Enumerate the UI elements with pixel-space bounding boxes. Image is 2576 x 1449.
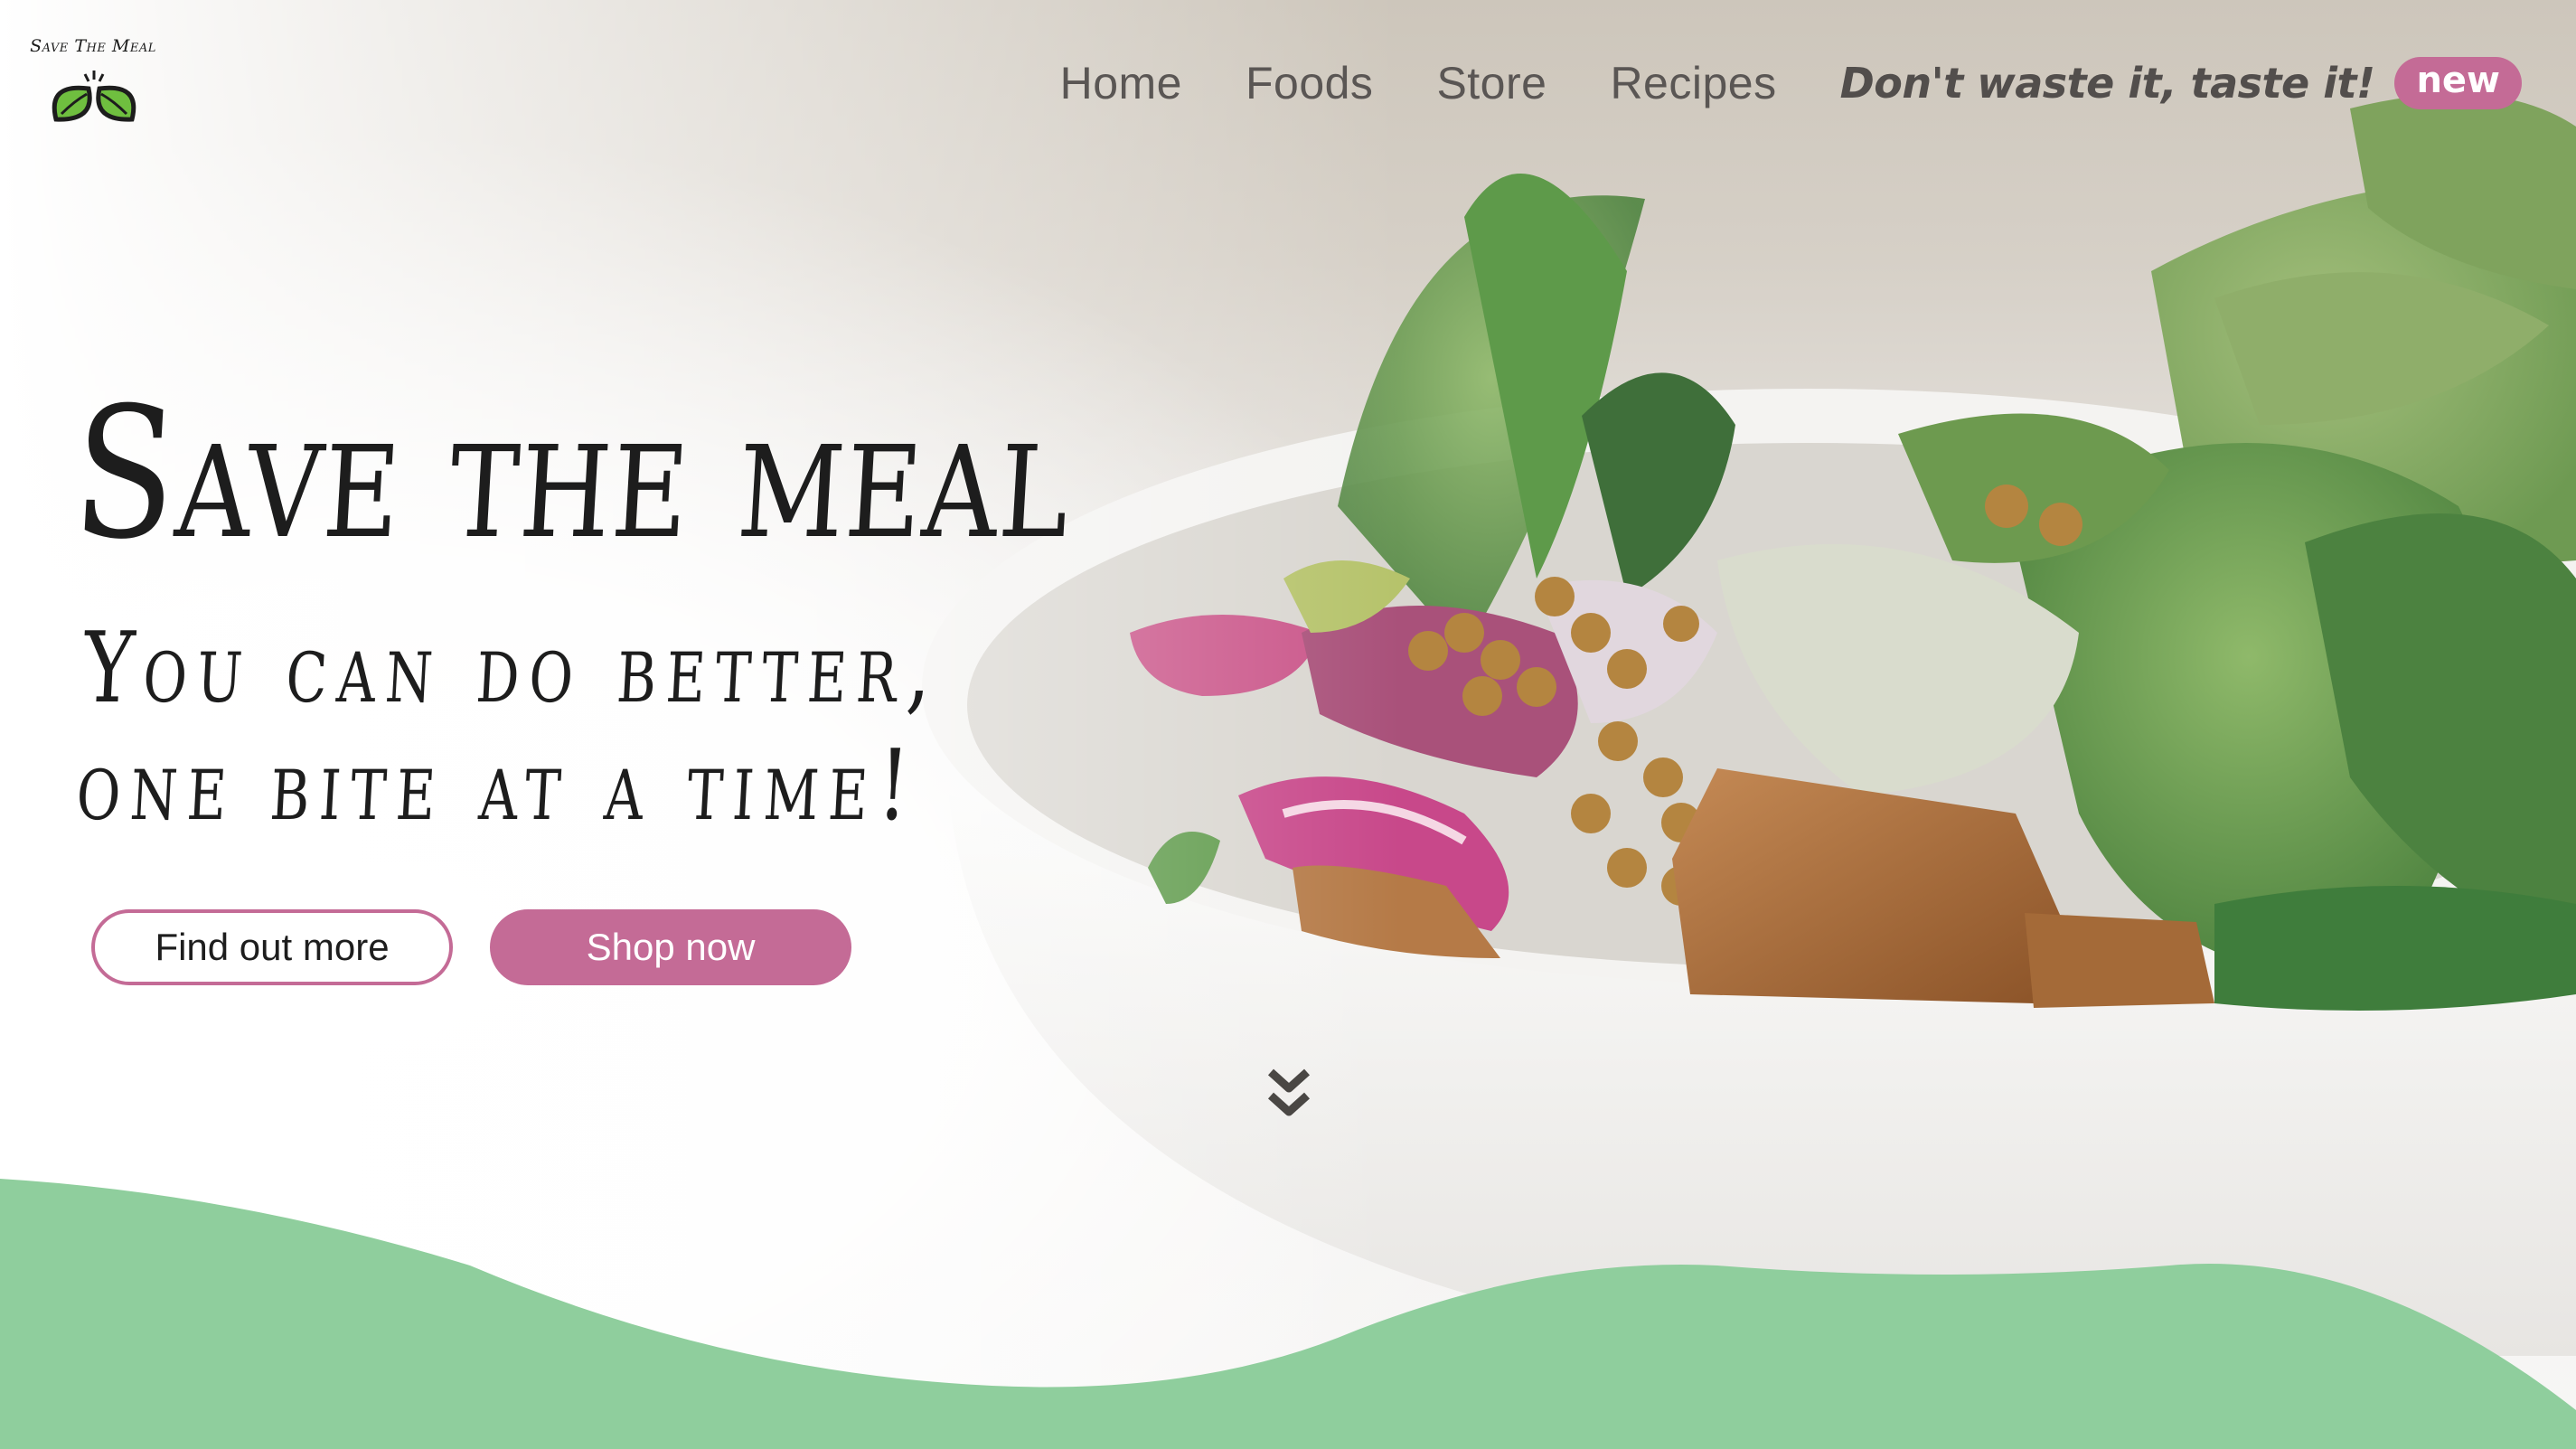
new-badge: new	[2394, 57, 2522, 109]
hero-subtitle: You can do better, one bite at a time!	[74, 610, 945, 845]
main-nav: Home Foods Store Recipes Don't waste it,…	[997, 51, 2522, 116]
green-wave-divider	[0, 1179, 2576, 1449]
nav-item-foods[interactable]: Foods	[1246, 57, 1373, 109]
nav-item-home[interactable]: Home	[1060, 57, 1182, 109]
nav-item-store[interactable]: Store	[1436, 57, 1547, 109]
landing-page: Save The Meal Home Foods Store Recipes D…	[0, 0, 2576, 1449]
find-out-more-button[interactable]: Find out more	[91, 909, 453, 985]
hero-subtitle-line-1: You can do better,	[80, 612, 945, 725]
nav-item-recipes[interactable]: Recipes	[1610, 57, 1776, 109]
shop-now-button[interactable]: Shop now	[490, 909, 851, 985]
hero-subtitle-line-2: one bite at a time!	[73, 729, 922, 842]
double-chevron-down-icon[interactable]	[1265, 1067, 1312, 1124]
brand-logo[interactable]: Save The Meal	[25, 36, 161, 136]
hero-title: Save the meal	[68, 369, 1077, 579]
nav-item-tagline[interactable]: Don't waste it, taste it!	[1840, 59, 2375, 108]
leaves-icon	[52, 71, 136, 122]
brand-name: Save The Meal	[30, 36, 156, 56]
